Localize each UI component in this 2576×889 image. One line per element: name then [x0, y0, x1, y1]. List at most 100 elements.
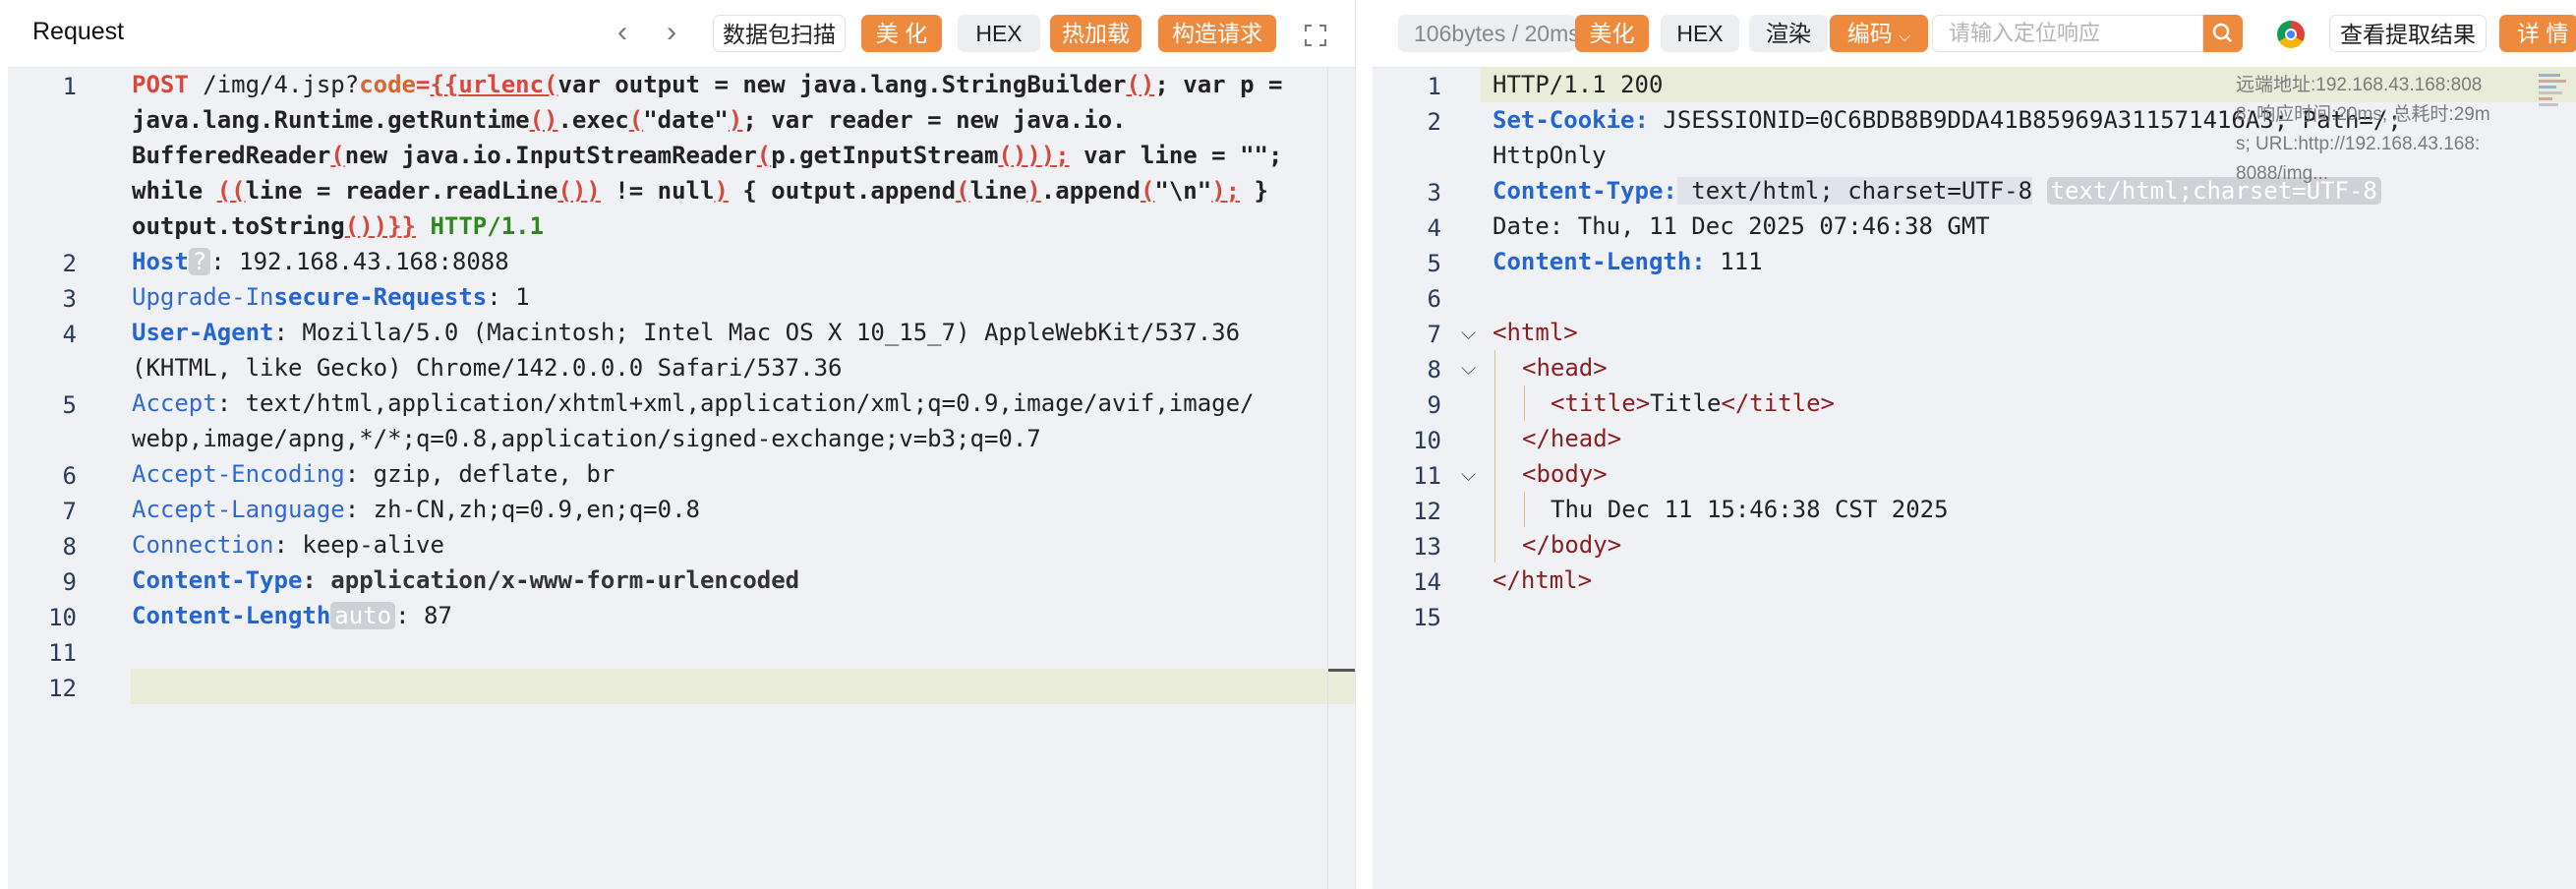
header-line: Accept-Language: zh-CN,zh;q=0.9,en;q=0.8 — [132, 492, 700, 527]
code-segment: "\n" — [1154, 177, 1212, 205]
header-line: Accept: text/html,application/xhtml+xml,… — [132, 385, 1255, 456]
fullscreen-icon[interactable] — [1304, 24, 1327, 47]
template-close: ())}} — [344, 212, 416, 240]
auto-chip[interactable]: auto — [330, 602, 396, 629]
request-editor[interactable]: 1 2 3 4 5 6 7 8 9 10 11 12 POST /img/4.j… — [8, 67, 1355, 889]
line-number: 3 — [1427, 179, 1441, 207]
code-segment: .exec — [557, 106, 629, 134]
hex-button[interactable]: HEX — [958, 15, 1040, 52]
paren: ())); — [998, 142, 1070, 169]
http-version: HTTP/1.1 — [416, 212, 545, 240]
search-button[interactable] — [2203, 15, 2243, 52]
line-number: 12 — [1413, 498, 1441, 525]
minimap[interactable] — [2539, 71, 2568, 130]
html-open-tag: <html> — [1493, 319, 1578, 346]
request-line: POST /img/4.jsp?code={{urlenc(var output… — [132, 67, 1297, 244]
header-value: : zh-CN,zh;q=0.9,en;q=0.8 — [344, 496, 700, 523]
line-number: 8 — [62, 533, 77, 561]
indent-guide — [1494, 350, 1495, 563]
header-value: : 192.168.43.168:8088 — [210, 248, 509, 275]
header-value: (KHTML, like Gecko) Chrome/142.0.0.0 Saf… — [132, 354, 843, 382]
header-value: 111 — [1705, 248, 1763, 275]
scrollbar-marker[interactable] — [1327, 669, 1355, 672]
header-line: Accept-Encoding: gzip, deflate, br — [132, 456, 615, 492]
beautify-button[interactable]: 美化 — [1575, 15, 1649, 52]
line-number: 9 — [62, 568, 77, 596]
header-value: : text/html,application/xhtml+xml,applic… — [216, 389, 1255, 417]
paren: ) — [1026, 177, 1041, 205]
minimap-row — [2539, 91, 2562, 94]
fold-toggle-icon[interactable]: ⌵ — [1461, 462, 1476, 486]
beautify-button[interactable]: 美 化 — [861, 15, 942, 52]
minimap-row — [2539, 74, 2560, 77]
fold-toggle-icon[interactable]: ⌵ — [1461, 321, 1476, 344]
minimap-row — [2539, 103, 2558, 106]
line-number: 15 — [1413, 604, 1441, 631]
minimap-row — [2539, 80, 2566, 83]
scrollbar-track — [1327, 67, 1328, 889]
indent-guide — [1524, 492, 1525, 527]
response-editor[interactable]: 1 2 3 4 5 6 7 8 9 10 11 12 13 14 15 ⌵ ⌵ … — [1373, 67, 2576, 889]
tooltip-line: s; URL:http://192.168.43.168: — [2236, 134, 2481, 154]
scan-button[interactable]: 数据包扫描 — [713, 15, 846, 52]
chrome-icon[interactable] — [2277, 21, 2305, 48]
tooltip-line: 8; 响应时间:20ms; 总耗时:29m — [2236, 104, 2490, 125]
header-key: Connection — [132, 531, 274, 559]
request-toolbar: Request ‹ › 数据包扫描 美 化 HEX 热加载 构造请求 — [8, 0, 1355, 68]
encode-dropdown[interactable]: 编码 ⌵ — [1830, 15, 1928, 52]
request-title: Request — [32, 18, 125, 45]
template-open: {{ — [430, 71, 459, 98]
header-key: Content-Type: — [1493, 177, 1677, 205]
body-close-tag: </body> — [1522, 531, 1622, 559]
current-line-highlight — [131, 669, 1355, 704]
chevron-right-icon[interactable]: › — [667, 18, 676, 47]
render-button[interactable]: 渲染 — [1749, 15, 1828, 52]
http-method: POST — [132, 71, 189, 98]
view-extract-button[interactable]: 查看提取结果 — [2329, 15, 2487, 52]
construct-request-button[interactable]: 构造请求 — [1158, 15, 1276, 52]
line-number: 6 — [62, 462, 77, 490]
remote-info-tooltip: 远端地址:192.168.43.168:808 8; 响应时间:20ms; 总耗… — [2236, 71, 2490, 189]
info-chip[interactable]: ? — [188, 248, 211, 275]
code-segment: var line = ""; — [1069, 142, 1283, 169]
code-segment: output.toString — [132, 212, 345, 240]
locate-response-input[interactable]: 请输入定位响应 — [1932, 15, 2203, 52]
hotload-button[interactable]: 热加载 — [1050, 15, 1142, 52]
details-button[interactable]: 详 情 — [2499, 15, 2576, 52]
header-line: Host?: 192.168.43.168:8088 — [132, 244, 509, 279]
header-line: User-Agent: Mozilla/5.0 (Macintosh; Inte… — [132, 315, 1240, 385]
title-text: Title — [1650, 389, 1722, 417]
paren: ( — [330, 142, 345, 169]
fold-toggle-icon[interactable]: ⌵ — [1461, 356, 1476, 380]
response-panel: 106bytes / 20ms 美化 HEX 渲染 编码 ⌵ 请输入定位响应 查… — [1373, 0, 2576, 889]
hex-button[interactable]: HEX — [1661, 15, 1739, 52]
paren: ( — [956, 177, 970, 205]
header-value: HttpOnly — [1493, 142, 1607, 169]
line-number: 10 — [48, 604, 77, 631]
line-number: 7 — [1427, 321, 1441, 348]
chevron-left-icon[interactable]: ‹ — [617, 18, 627, 47]
line-number: 2 — [1427, 108, 1441, 136]
header-value: : 87 — [395, 602, 452, 629]
code-segment: } — [1240, 177, 1269, 205]
body-open-tag: <body> — [1522, 460, 1608, 488]
code-segment: var output = new java.lang.StringBuilder — [557, 71, 1127, 98]
code-segment: != null — [600, 177, 715, 205]
paren: ) — [714, 177, 729, 205]
code-segment: new java.io.InputStreamReader — [344, 142, 757, 169]
code-segment: line = reader.readLine — [245, 177, 558, 205]
line-number: 3 — [62, 285, 77, 313]
search-icon — [2212, 23, 2232, 42]
request-panel: Request ‹ › 数据包扫描 美 化 HEX 热加载 构造请求 1 2 3… — [8, 0, 1356, 889]
line-number: 10 — [1413, 427, 1441, 454]
code-segment: java.lang.Runtime.getRuntime — [132, 106, 530, 134]
code-segment: ; var p = — [1154, 71, 1297, 98]
paren: ); — [1211, 177, 1241, 205]
minimap-row — [2539, 86, 2556, 89]
line-number: 4 — [62, 321, 77, 348]
header-value: : gzip, deflate, br — [344, 460, 615, 488]
header-line: Connection: keep-alive — [132, 527, 444, 563]
header-key: Upgrade-In — [132, 283, 274, 311]
code-segment: "date" — [643, 106, 729, 134]
title-line: <title>Title</title> — [1551, 385, 1835, 421]
